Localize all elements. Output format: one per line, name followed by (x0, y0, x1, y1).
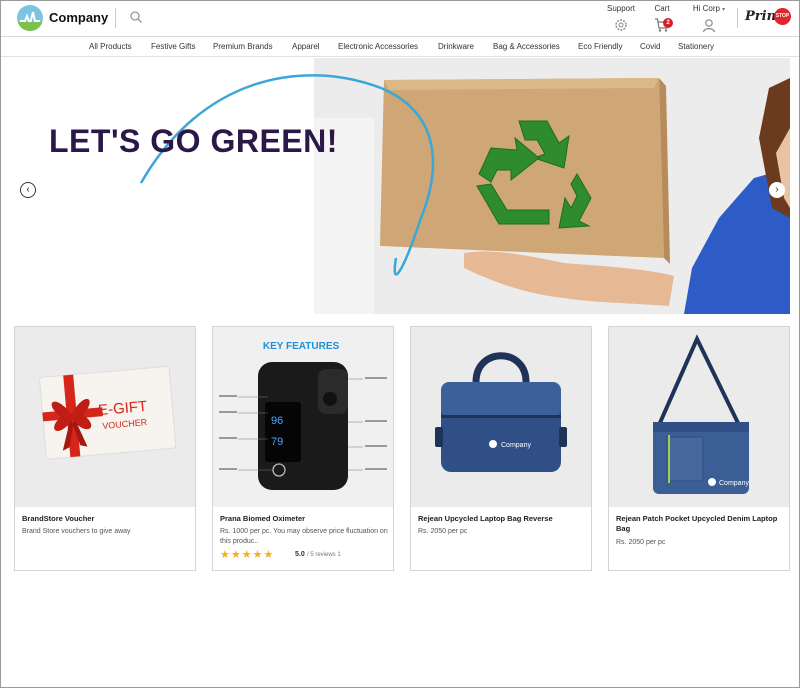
carousel-next-button[interactable]: › (769, 182, 785, 198)
nav-eco-friendly[interactable]: Eco Friendly (578, 42, 622, 51)
product-image-voucher[interactable]: E-GIFT VOUCHER (15, 327, 195, 507)
product-title[interactable]: BrandStore Voucher (22, 514, 190, 524)
rating-stars: ★★★★★ (220, 549, 275, 561)
key-features-text: KEY FEATURES (263, 341, 340, 352)
account-name: Hi Corp (692, 4, 720, 13)
laptop-bag-illustration: Company (435, 352, 567, 472)
product-title[interactable]: Prana Biomed Oximeter (220, 514, 388, 524)
product-desc: Brand Store vouchers to give away (22, 528, 131, 535)
denim-bag-illustration: Company (653, 334, 749, 494)
cart-label: Cart (654, 4, 670, 13)
product-desc: Rs. 1000 per pc. You may observe price f… (220, 528, 388, 545)
product-image-denim-bag[interactable]: Company (609, 327, 789, 507)
search-icon[interactable] (129, 10, 143, 24)
user-icon (702, 19, 716, 33)
site-header: Company Support Cart 2 Hi Corp ▾ Print S… (1, 1, 799, 37)
nav-covid[interactable]: Covid (640, 42, 660, 51)
nav-festive-gifts[interactable]: Festive Gifts (151, 42, 195, 51)
product-image-laptop-bag[interactable]: Company (411, 327, 591, 507)
company-logo-icon[interactable] (17, 5, 43, 31)
divider (115, 8, 116, 28)
voucher-illustration: E-GIFT VOUCHER (39, 365, 177, 460)
divider (737, 8, 738, 28)
nav-drinkware[interactable]: Drinkware (438, 42, 474, 51)
hero-banner[interactable]: LET'S GO GREEN! ‹ › (1, 58, 799, 314)
product-card[interactable]: Company Rejean Upcycled Laptop Bag Rever… (410, 326, 592, 571)
product-card[interactable]: E-GIFT VOUCHER BrandStore Voucher Brand … (14, 326, 196, 571)
rating-value: 5.0 (295, 551, 305, 558)
product-image-oximeter[interactable]: KEY FEATURES 96 79 (213, 327, 393, 507)
rating-reviews: / 5 reviews 1 (307, 552, 341, 558)
category-nav: All Products Festive Gifts Premium Brand… (1, 37, 799, 57)
support-label: Support (606, 4, 636, 13)
carousel-prev-button[interactable]: ‹ (20, 182, 36, 198)
product-card[interactable]: KEY FEATURES 96 79 Prana Biomed Oximeter… (212, 326, 394, 571)
cart-count-badge: 2 (663, 18, 673, 28)
partner-logo-badge: STOP (774, 8, 791, 25)
account-label: Hi Corp ▾ (687, 4, 731, 14)
support-button[interactable]: Support (604, 4, 638, 33)
nav-all-products[interactable]: All Products (89, 42, 132, 51)
nav-apparel[interactable]: Apparel (292, 42, 320, 51)
nav-premium-brands[interactable]: Premium Brands (213, 42, 273, 51)
bag-brand-text: Company (501, 442, 531, 449)
nav-bag-accessories[interactable]: Bag & Accessories (493, 42, 560, 51)
account-menu[interactable]: Hi Corp ▾ (687, 4, 731, 33)
product-price: Rs. 2050 per pc (616, 539, 666, 546)
partner-logo[interactable]: Print STOP (745, 7, 791, 27)
decorative-swoosh (139, 74, 435, 276)
product-title[interactable]: Rejean Patch Pocket Upcycled Denim Lapto… (616, 514, 784, 534)
nav-electronic-accessories[interactable]: Electronic Accessories (338, 42, 418, 51)
oximeter-illustration: KEY FEATURES 96 79 (213, 327, 393, 507)
product-title[interactable]: Rejean Upcycled Laptop Bag Reverse (418, 514, 586, 524)
oximeter-spo2-value: 96 (271, 415, 283, 427)
oximeter-pulse-value: 79 (271, 436, 283, 448)
product-price: Rs. 2050 per pc (418, 528, 468, 535)
nav-stationery[interactable]: Stationery (678, 42, 714, 51)
cart-button[interactable]: Cart 2 (647, 4, 677, 33)
banner-headline: LET'S GO GREEN! (49, 123, 338, 159)
chevron-down-icon: ▾ (722, 7, 726, 13)
product-card[interactable]: Company Rejean Patch Pocket Upcycled Den… (608, 326, 790, 571)
support-gear-icon (615, 19, 627, 31)
brand-name[interactable]: Company (49, 10, 108, 25)
bag-brand-text: Company (719, 480, 749, 487)
